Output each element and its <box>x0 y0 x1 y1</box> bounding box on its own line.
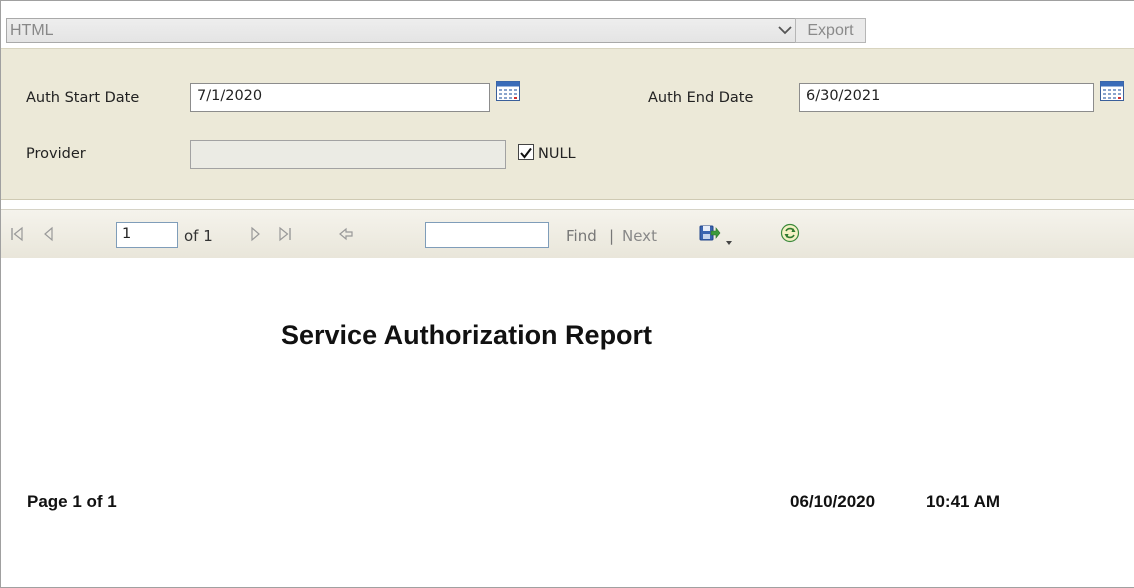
last-page-icon[interactable] <box>277 226 293 246</box>
page-footer-text: Page 1 of 1 <box>27 492 117 511</box>
auth-end-date-input[interactable]: 6/30/2021 <box>799 83 1094 112</box>
auth-end-date-label: Auth End Date <box>648 90 754 106</box>
find-text-input[interactable] <box>425 222 549 248</box>
auth-start-date-label: Auth Start Date <box>26 90 140 106</box>
chevron-down-icon <box>777 19 793 42</box>
calendar-icon[interactable] <box>1100 81 1124 101</box>
refresh-icon[interactable] <box>780 223 800 247</box>
export-dropdown-icon[interactable] <box>725 231 733 250</box>
find-separator: | <box>609 227 615 245</box>
report-date: 06/10/2020 <box>790 492 876 511</box>
page-count-label: of 1 <box>184 227 213 245</box>
calendar-icon[interactable] <box>496 81 520 101</box>
provider-input[interactable] <box>190 140 506 169</box>
back-to-parent-icon[interactable] <box>338 226 354 246</box>
export-bar: HTML Export <box>0 8 1134 48</box>
parameter-panel: Auth Start Date 7/1/2020 Auth End Date 6… <box>1 48 1134 200</box>
previous-page-icon[interactable] <box>42 226 56 246</box>
report-time: 10:41 AM <box>926 492 1001 511</box>
provider-label: Provider <box>26 146 86 162</box>
auth-start-date-input[interactable]: 7/1/2020 <box>190 83 490 112</box>
first-page-icon[interactable] <box>9 226 25 246</box>
next-link[interactable]: Next <box>622 227 657 245</box>
report-title: Service Authorization Report <box>281 320 653 350</box>
page-number-input[interactable]: 1 <box>116 222 178 248</box>
report-body: Service Authorization Report Page 1 of 1… <box>1 258 1134 587</box>
find-link[interactable]: Find <box>566 227 597 245</box>
report-toolbar: 1 of 1 Find | Next <box>1 209 1134 259</box>
export-format-value: HTML <box>10 22 54 39</box>
null-checkbox-label: NULL <box>538 146 576 162</box>
null-checkbox[interactable] <box>518 144 534 160</box>
export-format-select[interactable]: HTML <box>6 18 796 43</box>
next-page-icon[interactable] <box>248 226 262 246</box>
export-save-icon[interactable] <box>699 223 721 247</box>
export-button[interactable]: Export <box>795 18 866 43</box>
